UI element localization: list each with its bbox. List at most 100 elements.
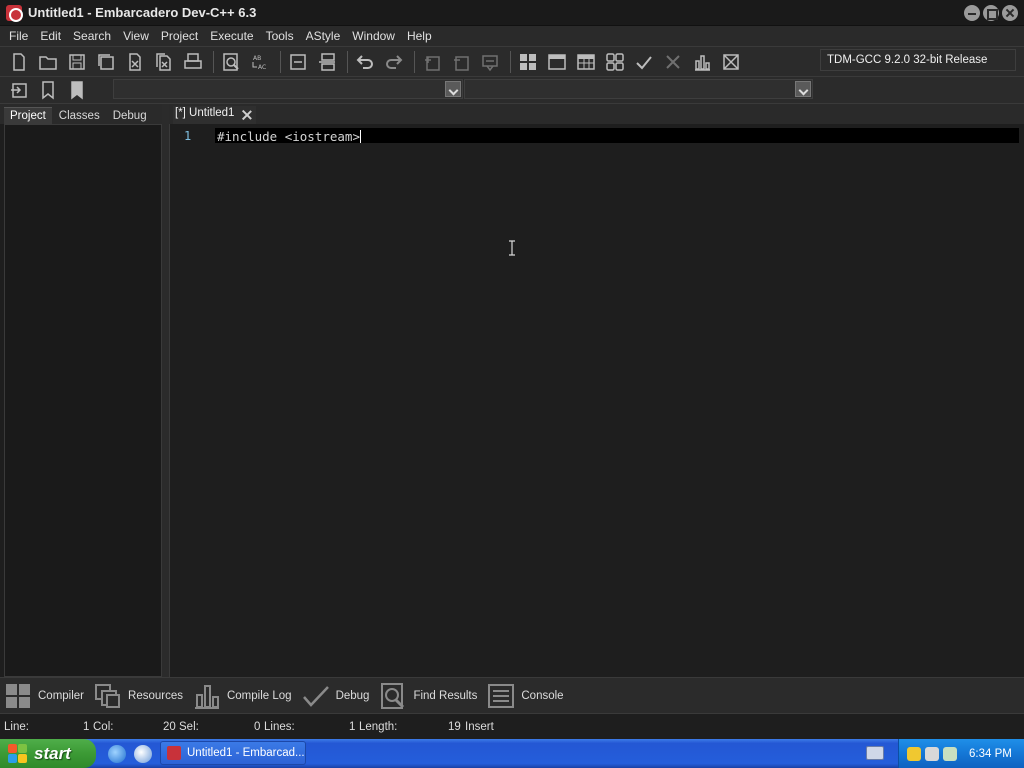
internet-explorer-icon[interactable] xyxy=(108,744,126,763)
menu-view[interactable]: View xyxy=(117,29,155,43)
show-desktop-icon[interactable] xyxy=(134,744,152,763)
tab-find-results[interactable]: Find Results xyxy=(379,682,478,709)
goto-bookmark-button[interactable] xyxy=(64,78,90,102)
menu-edit[interactable]: Edit xyxy=(34,29,67,43)
tab-resources[interactable]: Resources xyxy=(94,683,183,709)
chevron-down-icon[interactable] xyxy=(795,81,811,97)
taskbar-item-devcpp[interactable]: Untitled1 - Embarcad... xyxy=(160,741,306,765)
comment-button[interactable] xyxy=(285,50,311,74)
close-button[interactable] xyxy=(1002,5,1018,21)
close-file-icon xyxy=(129,52,141,71)
restore-button[interactable] xyxy=(983,5,999,21)
goto-button[interactable] xyxy=(6,78,32,102)
tab-compile-log[interactable]: Compile Log xyxy=(193,683,292,709)
redo-button[interactable] xyxy=(381,50,407,74)
tab-debug-label: Debug xyxy=(335,689,370,702)
stop-execution-button[interactable] xyxy=(660,50,686,74)
minimize-button[interactable] xyxy=(964,5,980,21)
grid-outline-icon xyxy=(606,52,624,71)
code-line[interactable]: #include <iostream> xyxy=(217,129,361,144)
devcpp-app-icon[interactable] xyxy=(6,4,23,22)
toolbar-separator xyxy=(213,50,214,73)
check-icon xyxy=(636,55,652,69)
close-icon[interactable] xyxy=(242,110,252,120)
close-all-icon xyxy=(156,52,171,71)
menu-astyle[interactable]: AStyle xyxy=(300,29,347,43)
project-tree[interactable] xyxy=(4,124,162,677)
security-shield-icon[interactable] xyxy=(907,746,921,761)
syntax-check-button[interactable] xyxy=(631,50,657,74)
chevron-down-icon[interactable] xyxy=(445,81,461,97)
bookmark-filled-icon xyxy=(71,81,83,100)
console-icon xyxy=(488,683,515,708)
tab-project[interactable]: Project xyxy=(4,107,52,124)
panel-splitter[interactable] xyxy=(162,104,169,677)
windows-flag-icon xyxy=(8,743,28,764)
find-icon xyxy=(223,52,239,71)
tab-classes[interactable]: Classes xyxy=(53,108,106,124)
resources-icon xyxy=(95,683,121,708)
remove-file-button[interactable] xyxy=(448,50,474,74)
find-button[interactable] xyxy=(218,50,244,74)
svg-text:AC: AC xyxy=(258,64,266,71)
system-tray: 6:34 PM xyxy=(898,739,1024,768)
comment-icon xyxy=(290,53,306,70)
new-file-icon xyxy=(13,52,25,71)
menu-project[interactable]: Project xyxy=(155,29,204,43)
menu-window[interactable]: Window xyxy=(346,29,401,43)
status-line-value: 1 xyxy=(83,721,90,733)
goto-icon xyxy=(11,83,27,98)
network-icon[interactable] xyxy=(925,746,939,761)
close-all-button[interactable] xyxy=(151,50,177,74)
compile-button[interactable] xyxy=(515,50,541,74)
new-file-button[interactable] xyxy=(6,50,32,74)
save-all-button[interactable] xyxy=(93,50,119,74)
bookmark-button[interactable] xyxy=(35,78,61,102)
undo-button[interactable] xyxy=(352,50,378,74)
tab-console[interactable]: Console xyxy=(487,683,564,709)
run-button[interactable] xyxy=(544,50,570,74)
save-button[interactable] xyxy=(64,50,90,74)
bar-chart-icon xyxy=(695,54,710,71)
close-file-button[interactable] xyxy=(122,50,148,74)
print-button[interactable] xyxy=(180,50,206,74)
menu-file[interactable]: File xyxy=(3,29,34,43)
status-col-value: 20 xyxy=(163,721,176,733)
menu-tools[interactable]: Tools xyxy=(260,29,300,43)
menu-help[interactable]: Help xyxy=(401,29,438,43)
print-icon xyxy=(184,52,202,69)
keyboard-icon[interactable] xyxy=(866,746,884,760)
compiler-select[interactable]: TDM-GCC 9.2.0 32-bit Release xyxy=(820,49,1016,71)
new-project-button[interactable] xyxy=(419,50,445,74)
open-file-button[interactable] xyxy=(35,50,61,74)
split-view-button[interactable] xyxy=(314,50,340,74)
volume-icon[interactable] xyxy=(943,746,957,761)
menu-search[interactable]: Search xyxy=(67,29,117,43)
project-options-button[interactable] xyxy=(477,50,503,74)
clock: 6:34 PM xyxy=(969,747,1012,760)
replace-button[interactable]: AB AC xyxy=(247,50,273,74)
tab-untitled1[interactable]: [*] Untitled1 xyxy=(173,106,257,124)
menu-bar: File Edit Search View Project Execute To… xyxy=(0,26,1024,46)
status-line-label: Line: xyxy=(4,721,29,733)
code-editor[interactable]: 1 #include <iostream> xyxy=(169,124,1024,677)
delete-profile-button[interactable] xyxy=(718,50,744,74)
tab-compiler[interactable]: Compiler xyxy=(4,683,84,709)
menu-execute[interactable]: Execute xyxy=(204,29,259,43)
toolbar-separator xyxy=(510,50,511,73)
tab-debug[interactable]: Debug xyxy=(107,108,153,124)
add-file-icon xyxy=(425,55,440,71)
tab-find-results-label: Find Results xyxy=(413,689,478,702)
status-insert-mode: Insert xyxy=(465,721,494,733)
function-combo[interactable] xyxy=(464,79,813,99)
status-length-value: 19 xyxy=(448,721,461,733)
compile-run-button[interactable] xyxy=(573,50,599,74)
table-icon xyxy=(577,53,595,70)
status-sel-value: 0 xyxy=(254,721,261,733)
profile-button[interactable] xyxy=(689,50,715,74)
class-combo[interactable] xyxy=(113,79,463,99)
rebuild-all-button[interactable] xyxy=(602,50,628,74)
start-button[interactable]: start xyxy=(0,739,96,768)
tab-debug-output[interactable]: Debug xyxy=(302,683,370,709)
line-number: 1 xyxy=(184,129,192,143)
